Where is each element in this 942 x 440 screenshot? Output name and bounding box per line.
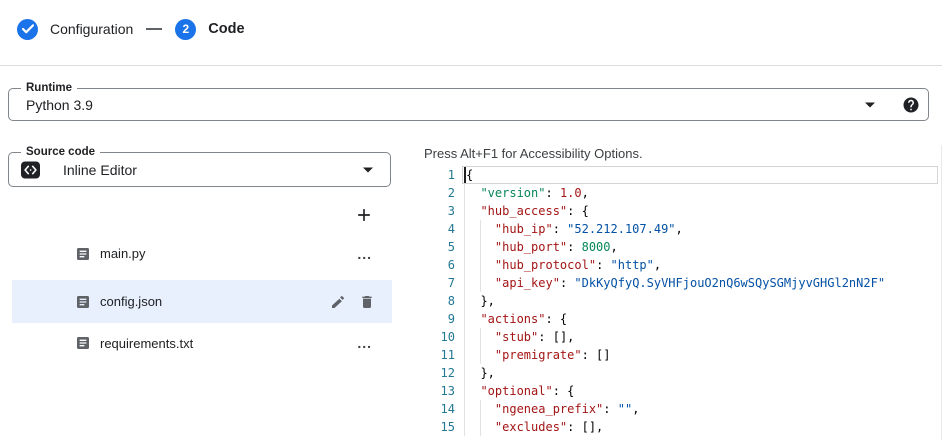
line-number[interactable]: 6 — [424, 256, 455, 274]
help-icon[interactable] — [902, 96, 920, 114]
code-line[interactable]: { — [466, 166, 942, 184]
source-code-select[interactable]: Source code Inline Editor — [8, 152, 391, 187]
step-2-label[interactable]: Code — [208, 21, 244, 37]
add-file-button[interactable] — [354, 205, 374, 225]
chevron-down-icon[interactable] — [362, 166, 374, 174]
line-number[interactable]: 12 — [424, 364, 455, 382]
line-number[interactable]: 2 — [424, 184, 455, 202]
file-icon — [75, 294, 91, 310]
file-row-requirements-txt[interactable]: requirements.txt ... — [0, 324, 392, 362]
editor-code[interactable]: { "version": 1.0, "hub_access": { "hub_i… — [466, 166, 942, 436]
code-line[interactable]: "api_key": "DkKyQfyQ.SyVHFjouO2nQ6wSQySG… — [466, 274, 942, 292]
header-divider — [0, 65, 942, 66]
line-number[interactable]: 11 — [424, 346, 455, 364]
source-code-label: Source code — [21, 145, 100, 160]
file-name: main.py — [100, 246, 146, 261]
code-line[interactable]: "premigrate": [] — [466, 346, 942, 364]
line-number[interactable]: 15 — [424, 418, 455, 436]
runtime-label: Runtime — [21, 81, 77, 96]
code-line[interactable]: "hub_access": { — [466, 202, 942, 220]
code-line[interactable]: }, — [466, 364, 942, 382]
text-cursor — [464, 167, 466, 183]
chevron-down-icon[interactable] — [864, 101, 876, 109]
runtime-value: Python 3.9 — [26, 97, 93, 113]
file-icon — [75, 335, 91, 351]
more-options-button[interactable]: ... — [357, 335, 372, 351]
function-code-step-page: Configuration 2 Code Runtime Python 3.9 … — [0, 0, 942, 440]
code-line[interactable]: "ngenea_prefix": "", — [466, 400, 942, 418]
step-2-number: 2 — [182, 22, 189, 36]
line-number[interactable]: 10 — [424, 328, 455, 346]
line-number[interactable]: 5 — [424, 238, 455, 256]
line-number[interactable]: 14 — [424, 400, 455, 418]
line-number[interactable]: 8 — [424, 292, 455, 310]
code-line[interactable]: "actions": { — [466, 310, 942, 328]
code-line[interactable]: "hub_protocol": "http", — [466, 256, 942, 274]
step-2-badge[interactable]: 2 — [175, 19, 196, 40]
line-number[interactable]: 1 — [424, 166, 455, 184]
delete-trash-icon[interactable] — [359, 294, 375, 310]
line-number[interactable]: 13 — [424, 382, 455, 400]
accessibility-hint: Press Alt+F1 for Accessibility Options. — [424, 146, 643, 161]
code-line[interactable]: }, — [466, 292, 942, 310]
file-icon — [75, 246, 91, 262]
file-name: config.json — [100, 294, 162, 309]
file-row-main-py[interactable]: main.py ... — [0, 235, 392, 272]
check-icon — [22, 24, 34, 34]
inline-editor-icon — [21, 161, 40, 178]
step-connector — [146, 28, 162, 30]
stepper: Configuration 2 Code — [17, 18, 245, 40]
file-name: requirements.txt — [100, 336, 193, 351]
line-number[interactable]: 9 — [424, 310, 455, 328]
code-line[interactable]: "excludes": [], — [466, 418, 942, 436]
code-editor[interactable]: 123456789101112131415 { "version": 1.0, … — [424, 166, 942, 436]
runtime-select[interactable]: Runtime Python 3.9 — [8, 88, 929, 121]
code-line[interactable]: "stub": [], — [466, 328, 942, 346]
edit-pencil-icon[interactable] — [330, 294, 346, 310]
line-number[interactable]: 3 — [424, 202, 455, 220]
more-options-button[interactable]: ... — [357, 246, 372, 262]
step-1-label[interactable]: Configuration — [50, 21, 133, 37]
code-line[interactable]: "version": 1.0, — [466, 184, 942, 202]
code-line[interactable]: "hub_ip": "52.212.107.49", — [466, 220, 942, 238]
code-line[interactable]: "hub_port": 8000, — [466, 238, 942, 256]
file-row-config-json[interactable]: config.json — [12, 280, 392, 323]
line-number[interactable]: 7 — [424, 274, 455, 292]
editor-gutter: 123456789101112131415 — [424, 166, 455, 436]
source-code-value: Inline Editor — [63, 162, 137, 178]
indent-guide — [464, 184, 465, 436]
step-1-check-icon[interactable] — [17, 19, 38, 40]
code-line[interactable]: "optional": { — [466, 382, 942, 400]
line-number[interactable]: 4 — [424, 220, 455, 238]
